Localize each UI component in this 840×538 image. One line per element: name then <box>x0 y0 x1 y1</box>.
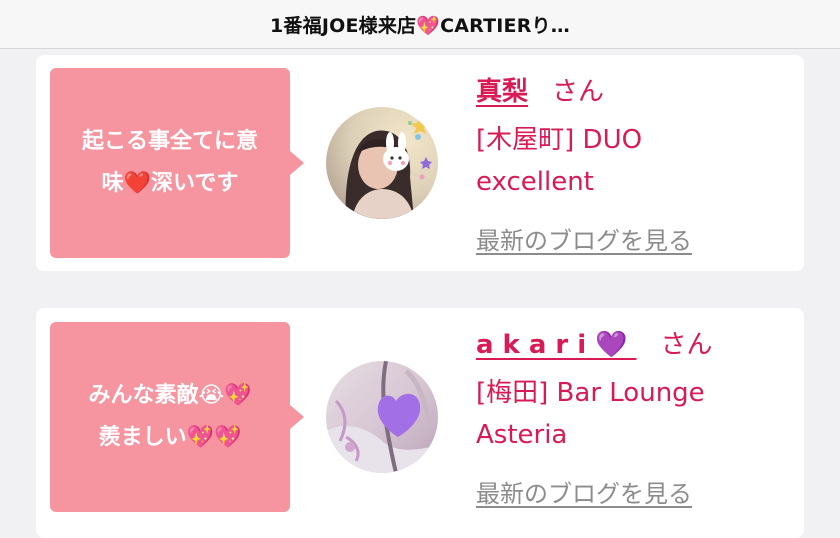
message-bubble: 起こる事全てに意 味❤️深いです <box>50 68 304 258</box>
cast-card: 起こる事全てに意 味❤️深いです 真梨 さん [木屋町] DUO excelle… <box>36 55 804 271</box>
avatar-photo <box>326 107 438 219</box>
avatar-photo <box>326 361 438 473</box>
latest-blog-link[interactable]: 最新のブログを見る <box>476 474 692 509</box>
cast-card: みんな素敵😭💖 羨ましい💖💖 akari💜 さん [梅田] Bar Lounge… <box>36 308 804 538</box>
top-bar: 1番福JOE様来店💖CARTIERり… <box>0 0 840 49</box>
avatar[interactable] <box>326 361 438 473</box>
latest-blog-link[interactable]: 最新のブログを見る <box>476 221 692 256</box>
avatar[interactable] <box>326 107 438 219</box>
message-line: みんな素敵😭💖 <box>88 383 252 408</box>
shop-line: [梅田] Bar Lounge <box>476 378 705 408</box>
shop-line: excellent <box>476 167 594 197</box>
cast-info: akari💜 さん [梅田] Bar Lounge Asteria <box>476 324 794 456</box>
shop-name: [梅田] Bar Lounge Asteria <box>476 372 794 456</box>
message-bubble: みんな素敵😭💖 羨ましい💖💖 <box>50 322 304 512</box>
message-line: 味❤️深いです <box>101 171 239 196</box>
honorific: さん <box>552 77 605 107</box>
shop-line: [木屋町] DUO <box>476 125 643 155</box>
shop-line: Asteria <box>476 420 568 450</box>
message-line: 羨ましい💖💖 <box>98 425 242 450</box>
cast-info: 真梨 さん [木屋町] DUO excellent <box>476 71 794 203</box>
message-line: 起こる事全てに意 <box>81 129 258 154</box>
page-title: 1番福JOE様来店💖CARTIERり… <box>270 14 570 37</box>
cast-name-link[interactable]: akari💜 <box>476 330 637 360</box>
shop-name: [木屋町] DUO excellent <box>476 119 794 203</box>
honorific: さん <box>660 330 713 360</box>
cast-name-link[interactable]: 真梨 <box>476 71 528 108</box>
